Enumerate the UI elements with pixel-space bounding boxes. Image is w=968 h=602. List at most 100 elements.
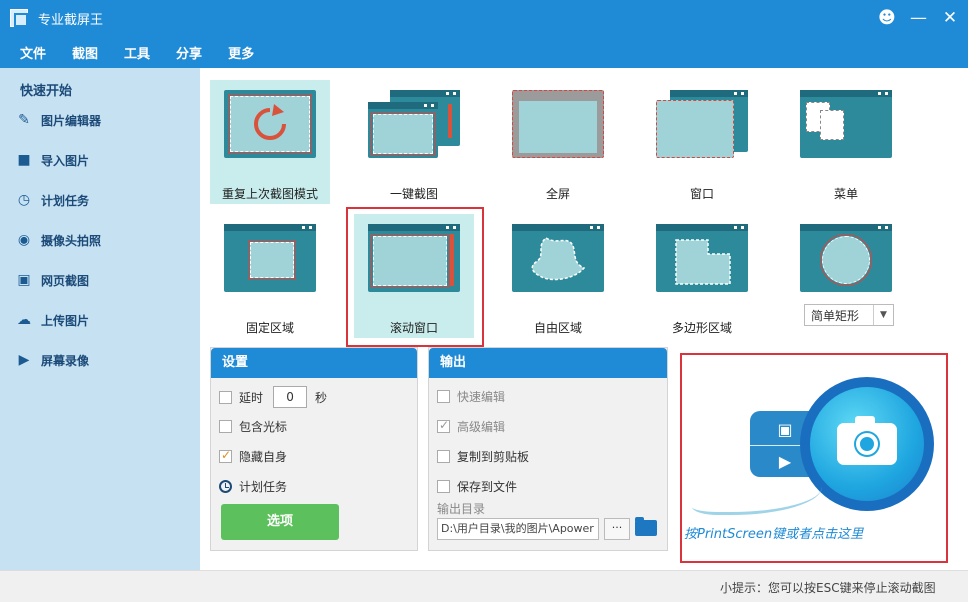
mode-fullscreen[interactable]: 全屏 [498,80,618,204]
advanced-edit-label: 高级编辑 [457,420,506,434]
save-file-label: 保存到文件 [457,480,518,494]
mode-one-click[interactable]: 一键截图 [354,80,474,204]
fullscreen-icon [512,90,604,158]
shape-type-value: 简单矩形 [811,308,860,323]
close-button[interactable]: ✕ [942,8,958,28]
options-button[interactable]: 选项 [221,504,339,540]
folder-open-icon: ■ [17,152,31,168]
advanced-edit-option[interactable]: 高级编辑 [437,418,505,435]
status-bar: 小提示：您可以按ESC键来停止滚动截图 [0,570,968,602]
sidebar-item-label: 图片编辑器 [41,113,102,128]
window-controls: ☻ — ✕ [878,0,958,36]
sidebar: 快速开始 ✎ 图片编辑器 ■ 导入图片 ◷ 计划任务 ◉ 摄像头拍照 ▣ 网页截… [0,68,200,570]
swoosh-decoration [692,475,822,515]
capture-button[interactable] [810,387,924,501]
sidebar-item-webcam[interactable]: ◉ 摄像头拍照 [0,220,200,260]
schedule-label: 计划任务 [239,480,288,494]
save-file-option[interactable]: 保存到文件 [437,478,517,495]
delay-unit: 秒 [315,390,328,405]
sidebar-item-label: 计划任务 [41,193,90,208]
cloud-upload-icon: ☁ [17,312,31,328]
camera-icon: ▣ [17,272,31,288]
menu-tools[interactable]: 工具 [124,43,150,62]
video-camera-icon: ▶ [18,352,30,368]
copy-clipboard-option[interactable]: 复制到剪贴板 [437,448,529,465]
mode-freeform-region[interactable]: 自由区域 [498,214,618,338]
copy-clipboard-label: 复制到剪贴板 [457,450,530,464]
sidebar-title: 快速开始 [20,84,73,99]
output-panel: 输出 快速编辑 高级编辑 复制到剪贴板 保存到文件 输出目录 D:\用户目录\我… [428,347,668,551]
copy-clipboard-checkbox[interactable] [437,450,450,463]
repeat-icon [224,90,316,158]
schedule-option[interactable]: 计划任务 [219,478,287,495]
quick-edit-checkbox[interactable] [437,390,450,403]
app-logo-icon [10,9,28,27]
sidebar-item-label: 上传图片 [41,313,90,328]
include-cursor-label: 包含光标 [239,420,288,434]
mode-label: 自由区域 [533,321,582,335]
big-camera-icon [837,416,897,465]
hide-self-checkbox[interactable] [219,448,232,463]
quick-edit-label: 快速编辑 [457,390,506,404]
menu-file[interactable]: 文件 [20,43,46,62]
delay-input[interactable]: 0 [273,386,308,408]
scroll-mode-highlight [346,207,484,347]
include-cursor-option[interactable]: 包含光标 [219,418,287,435]
ellipse-region-icon [800,224,892,292]
mode-label: 固定区域 [245,321,294,335]
menu-more[interactable]: 更多 [228,43,254,62]
menu-share[interactable]: 分享 [176,43,202,62]
quick-edit-option[interactable]: 快速编辑 [437,388,505,405]
sidebar-item-schedule[interactable]: ◷ 计划任务 [0,180,200,220]
menu-bar: 文件 截图 工具 分享 更多 [0,36,968,68]
sidebar-item-label: 摄像头拍照 [41,233,102,248]
browse-button[interactable]: ··· [604,518,630,540]
mode-label: 菜单 [833,187,858,201]
sidebar-item-image-editor[interactable]: ✎ 图片编辑器 [0,100,200,140]
sidebar-item-label: 网页截图 [41,273,90,288]
one-click-icon [368,90,460,158]
window-icon [656,90,748,158]
minimize-button[interactable]: — [910,8,927,28]
mode-window[interactable]: 窗口 [642,80,762,204]
hide-self-option[interactable]: 隐藏自身 [219,448,287,465]
hide-self-label: 隐藏自身 [239,450,288,464]
mode-label: 重复上次截图模式 [221,187,318,201]
delay-checkbox[interactable] [219,390,232,404]
menu-capture[interactable]: 截图 [72,43,98,62]
mode-label: 全屏 [545,187,570,201]
delay-option: 延时 0 秒 [219,386,327,408]
chevron-down-icon[interactable]: ▼ [873,305,893,325]
sidebar-item-webpage-capture[interactable]: ▣ 网页截图 [0,260,200,300]
settings-panel-title: 设置 [211,348,417,378]
include-cursor-checkbox[interactable] [219,420,232,433]
sidebar-item-upload[interactable]: ☁ 上传图片 [0,300,200,340]
mode-label: 窗口 [689,187,714,201]
capture-hint: 按PrintScreen键或者点击这里 [684,527,864,542]
advanced-edit-checkbox[interactable] [437,418,450,433]
mode-polygon-region[interactable]: 多边形区域 [642,214,762,338]
sidebar-item-label: 屏幕录像 [41,353,90,368]
delay-label: 延时 [239,390,264,405]
menu-icon [800,90,892,158]
open-folder-icon[interactable] [635,517,657,536]
output-dir-input[interactable]: D:\用户目录\我的图片\Apower [437,518,599,540]
mode-fixed-region[interactable]: 固定区域 [210,214,330,338]
sidebar-item-import-image[interactable]: ■ 导入图片 [0,140,200,180]
fixed-region-icon [224,224,316,292]
sidebar-item-screen-record[interactable]: ▶ 屏幕录像 [0,340,200,380]
mode-label: 多边形区域 [671,321,732,335]
video-camera-icon: ▶ [778,452,792,471]
shape-type-select[interactable]: 简单矩形 ▼ [804,304,894,326]
mode-repeat-last[interactable]: 重复上次截图模式 [210,80,330,204]
save-file-checkbox[interactable] [437,480,450,493]
webcam-icon: ◉ [17,232,31,248]
camera-icon: ▣ [777,419,793,439]
title-bar: 专业截屏王 ☻ — ✕ [0,0,968,36]
capture-button-area[interactable]: ▣ ▶ 按PrintScreen键或者点击这里 [680,353,948,563]
mode-menu[interactable]: 菜单 [786,80,906,204]
polygon-region-icon [656,224,748,292]
sidebar-item-label: 导入图片 [41,153,90,168]
account-icon[interactable]: ☻ [878,8,896,28]
output-dir-label: 输出目录 [437,502,486,516]
